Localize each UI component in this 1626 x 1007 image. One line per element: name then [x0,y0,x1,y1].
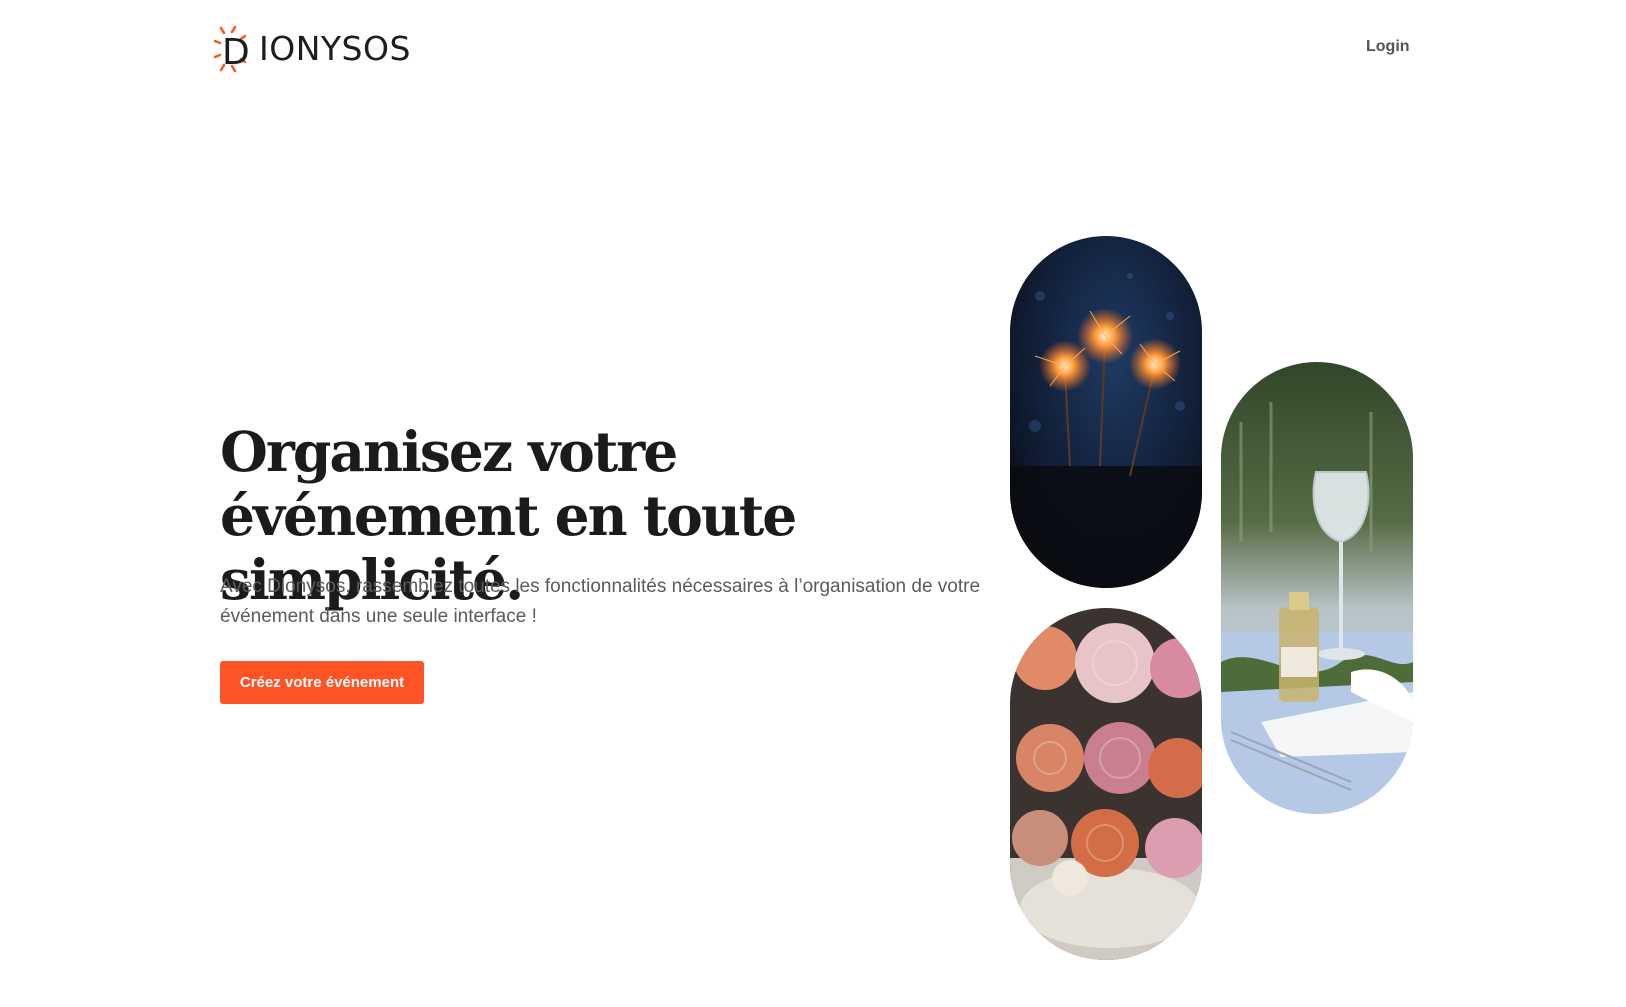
logo-sun-icon: D [213,24,257,74]
sparklers-image [1010,236,1202,588]
flowers-image [1010,608,1202,960]
create-event-button[interactable]: Créez votre événement [220,661,424,704]
landing-page: D IONYSOS Login Organisez votre événemen… [0,0,1626,1007]
logo-letter: D [222,32,250,73]
logo[interactable]: D IONYSOS [213,24,411,74]
logo-text: IONYSOS [259,29,411,68]
table-setting-image [1221,362,1413,814]
login-link[interactable]: Login [1366,38,1410,56]
hero-subtitle: Avec Dionysos, rassemblez toutes les fon… [220,576,981,627]
